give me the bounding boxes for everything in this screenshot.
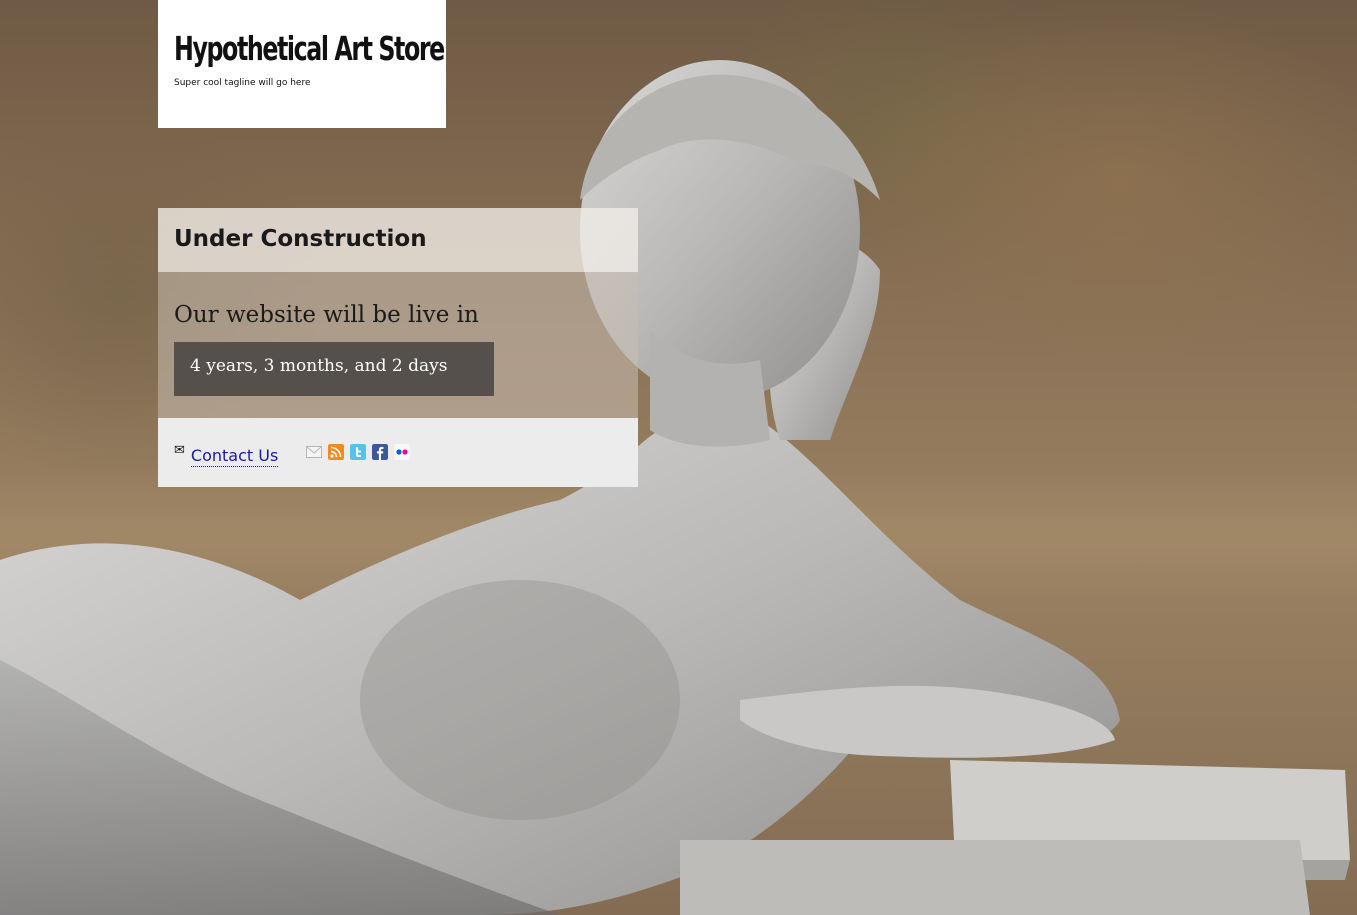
panel-footer: ✉ Contact Us [158, 418, 638, 487]
panel-body: Our website will be live in 4 years, 3 m… [158, 272, 638, 418]
countdown-timer: 4 years, 3 months, and 2 days [174, 342, 494, 396]
contact-us-link[interactable]: Contact Us [190, 446, 279, 467]
facebook-icon[interactable] [372, 444, 388, 460]
flickr-icon[interactable] [394, 444, 410, 460]
rss-icon[interactable] [328, 444, 344, 460]
construction-panel: Under Construction Our website will be l… [158, 208, 638, 487]
site-tagline: Super cool tagline will go here [174, 78, 311, 88]
panel-heading: Under Construction [174, 226, 427, 252]
live-text: Our website will be live in [174, 302, 479, 328]
logo-box: Hypothetical Art Store Super cool taglin… [158, 0, 446, 128]
social-icons [306, 444, 410, 460]
contact-group: ✉ Contact Us [174, 442, 279, 467]
site-title: Hypothetical Art Store [174, 29, 445, 68]
envelope-icon: ✉ [174, 442, 185, 457]
panel-header: Under Construction [158, 208, 638, 272]
email-icon[interactable] [306, 444, 322, 460]
twitter-icon[interactable] [350, 444, 366, 460]
